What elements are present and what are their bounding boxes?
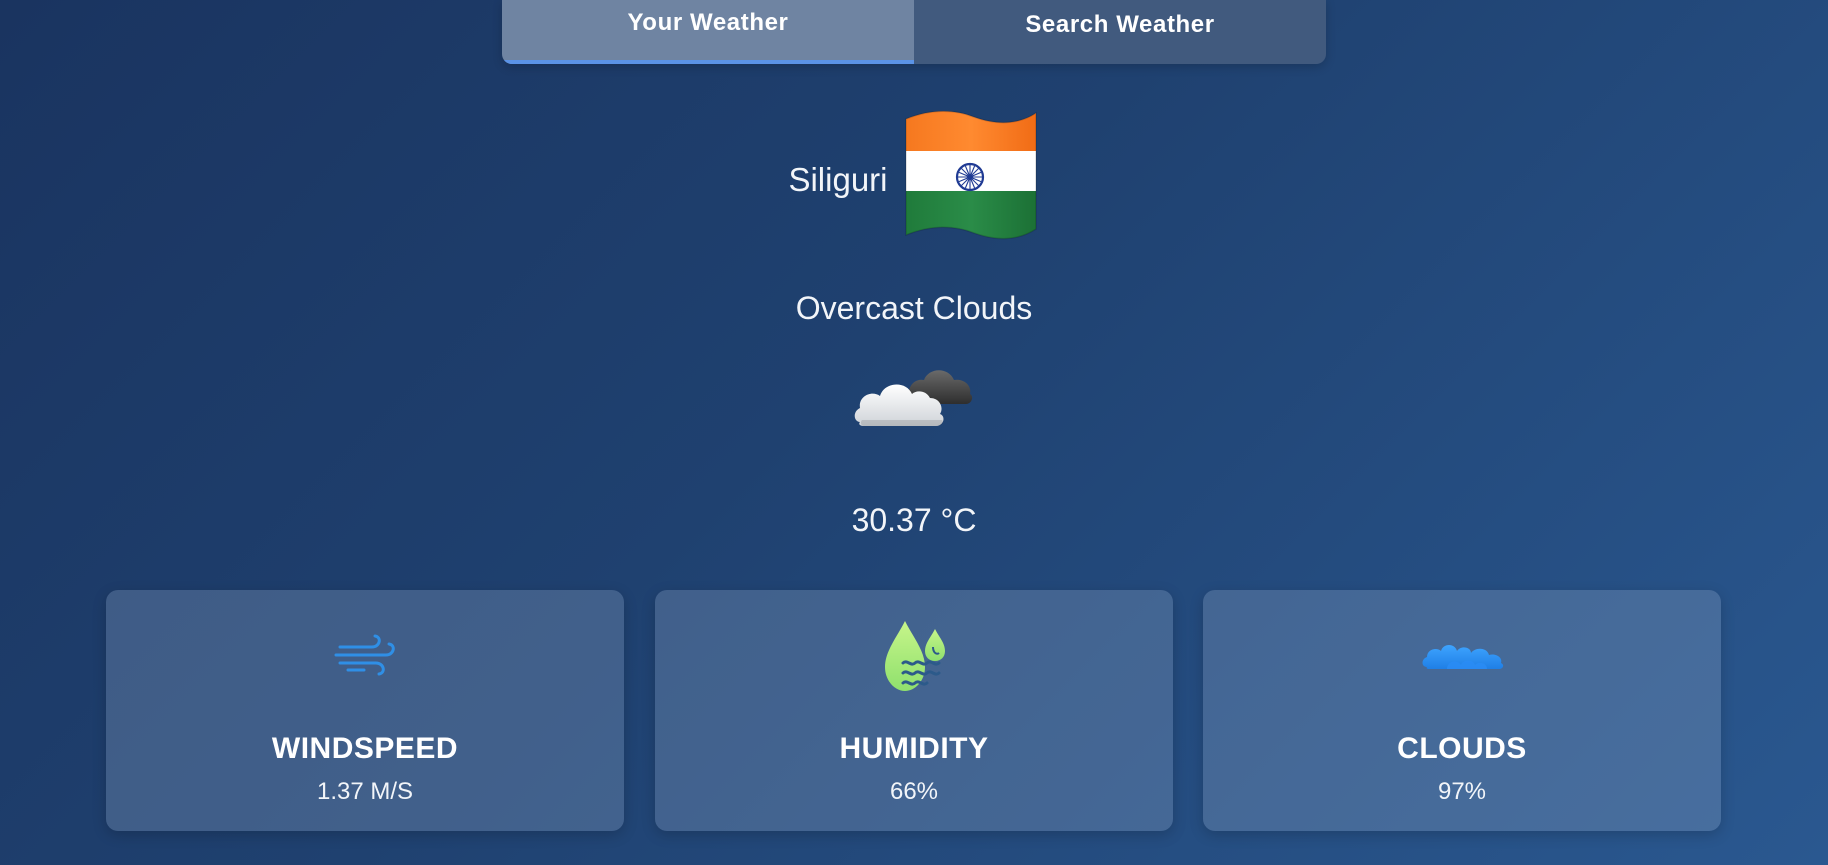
clouds-title: CLOUDS xyxy=(1397,732,1527,765)
humidity-value: 66% xyxy=(889,778,939,805)
clouds-value: 97% xyxy=(1437,778,1487,805)
humidity-title: HUMIDITY xyxy=(839,732,989,765)
overcast-clouds-icon xyxy=(854,370,973,426)
humidity-card: HUMIDITY 66% xyxy=(655,590,1173,831)
tab-your-weather[interactable]: Your Weather xyxy=(502,0,914,64)
windspeed-card: WINDSPEED 1.37 M/S xyxy=(106,590,624,831)
city-name: Siliguri xyxy=(788,161,888,198)
weather-description: Overcast Clouds xyxy=(795,290,1033,326)
humidity-icon xyxy=(885,621,945,691)
clouds-card: CLOUDS 97% xyxy=(1203,590,1721,831)
tab-search-weather[interactable]: Search Weather xyxy=(914,0,1326,64)
wind-icon xyxy=(334,634,395,676)
temperature: 30.37 °C xyxy=(851,502,977,538)
location: Siliguri xyxy=(0,110,1828,250)
windspeed-title: WINDSPEED xyxy=(271,732,459,765)
clouds-icon xyxy=(1422,645,1504,669)
windspeed-value: 1.37 M/S xyxy=(316,778,414,805)
weather-tabs: Your Weather Search Weather xyxy=(502,0,1326,64)
india-flag-icon xyxy=(904,111,1037,240)
